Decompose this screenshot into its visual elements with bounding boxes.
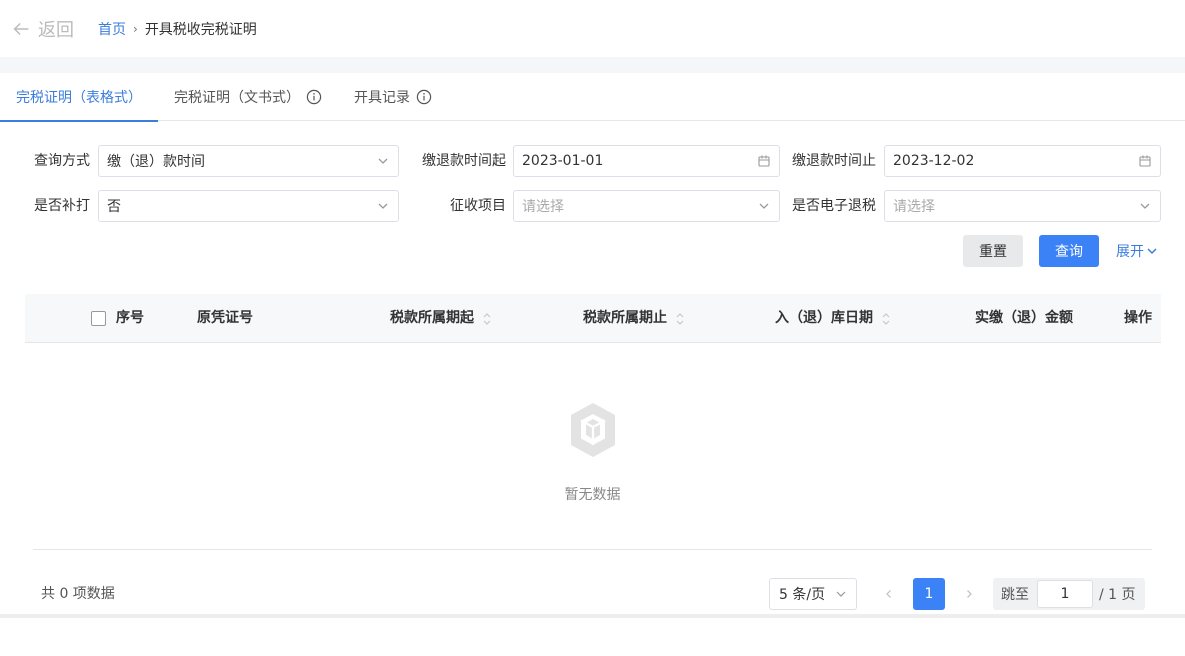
sort-icon — [483, 312, 491, 325]
jump-page-input[interactable] — [1037, 580, 1093, 608]
column-voucher: 原凭证号 — [197, 310, 253, 326]
e-refund-placeholder: 请选择 — [893, 199, 935, 215]
column-label: 税款所属期起 — [390, 310, 474, 326]
total-pages: / 1 页 — [1099, 587, 1136, 603]
breadcrumb-home[interactable]: 首页 — [98, 19, 126, 39]
table-divider — [33, 549, 1152, 550]
empty-text: 暂无数据 — [564, 487, 621, 503]
filter-row-2: 是否补打 否 征收项目 请选择 是否电子退税 请选择 — [0, 190, 1185, 222]
query-button[interactable]: 查询 — [1039, 235, 1099, 267]
calendar-icon — [1139, 155, 1151, 167]
pay-start-date-picker[interactable]: 2023-01-01 — [513, 145, 780, 177]
chevron-down-icon — [378, 158, 388, 164]
total-count: 共 0 项数据 — [41, 586, 115, 602]
chevron-left-icon — [886, 590, 891, 598]
reprint-label: 是否补打 — [34, 198, 90, 214]
section-spacer — [0, 57, 1185, 73]
column-seq: 序号 — [116, 310, 144, 326]
chevron-down-icon — [759, 203, 769, 209]
chevron-down-icon — [378, 203, 388, 209]
chevron-down-icon — [1147, 248, 1157, 255]
column-ops: 操作 — [1124, 310, 1152, 326]
e-refund-label: 是否电子退税 — [792, 198, 876, 214]
table-header: 序号 原凭证号 税款所属期起 税款所属期止 入（退）库日期 实缴（退）金额 操作 — [25, 294, 1161, 343]
arrow-left-icon — [13, 22, 29, 35]
breadcrumb: 首页 › 开具税收完税证明 — [98, 19, 257, 39]
page-size-value: 5 条/页 — [779, 587, 826, 603]
chevron-right-icon — [967, 590, 972, 598]
top-bar: 返回 首页 › 开具税收完税证明 — [0, 0, 1185, 57]
info-icon[interactable] — [416, 89, 432, 105]
e-refund-select[interactable]: 请选择 — [884, 190, 1161, 222]
chevron-down-icon — [836, 591, 846, 597]
page-jumper: 跳至 / 1 页 — [993, 578, 1145, 610]
jump-label: 跳至 — [1001, 587, 1029, 603]
tab-label: 完税证明（表格式） — [16, 90, 142, 106]
query-mode-select[interactable]: 缴（退）款时间 — [98, 145, 399, 177]
pay-start-value: 2023-01-01 — [522, 153, 604, 169]
tab-label: 开具记录 — [354, 90, 410, 106]
column-period-end[interactable]: 税款所属期止 — [583, 294, 685, 343]
column-period-start[interactable]: 税款所属期起 — [390, 294, 492, 343]
breadcrumb-current: 开具税收完税证明 — [144, 21, 257, 38]
reprint-select[interactable]: 否 — [98, 190, 399, 222]
expand-toggle[interactable]: 展开 — [1116, 241, 1158, 261]
tab-label: 完税证明（文书式） — [174, 90, 300, 106]
pay-end-date-picker[interactable]: 2023-12-02 — [884, 145, 1161, 177]
info-icon[interactable] — [306, 89, 322, 105]
page-size-select[interactable]: 5 条/页 — [769, 578, 857, 610]
levy-item-select[interactable]: 请选择 — [513, 190, 780, 222]
pay-end-value: 2023-12-02 — [893, 153, 975, 169]
pay-end-label: 缴退款时间止 — [792, 153, 876, 169]
back-button[interactable]: 返回 — [10, 16, 74, 42]
bottom-border — [0, 614, 1185, 618]
tab-table-format[interactable]: 完税证明（表格式） — [0, 73, 158, 122]
sort-icon — [676, 312, 684, 325]
column-label: 入（退）库日期 — [775, 310, 873, 326]
column-label: 税款所属期止 — [583, 310, 667, 326]
column-storage-date[interactable]: 入（退）库日期 — [775, 294, 891, 343]
column-amount: 实缴（退）金额 — [975, 310, 1073, 326]
sort-icon — [882, 312, 890, 325]
page-number-current[interactable]: 1 — [913, 578, 945, 610]
expand-label: 展开 — [1116, 244, 1144, 260]
query-mode-label: 查询方式 — [34, 153, 90, 169]
reset-button[interactable]: 重置 — [963, 235, 1023, 267]
prev-page-button[interactable] — [873, 578, 905, 610]
empty-state: 暂无数据 — [0, 400, 1185, 504]
levy-item-placeholder: 请选择 — [522, 199, 564, 215]
empty-box-icon — [570, 403, 615, 457]
pay-start-label: 缴退款时间起 — [422, 153, 506, 169]
levy-item-label: 征收项目 — [450, 198, 506, 214]
reprint-value: 否 — [107, 199, 121, 215]
next-page-button[interactable] — [953, 578, 985, 610]
calendar-icon — [758, 155, 770, 167]
tab-bar: 完税证明（表格式） 完税证明（文书式） 开具记录 — [0, 73, 1185, 122]
breadcrumb-separator: › — [133, 21, 138, 36]
query-mode-value: 缴（退）款时间 — [107, 154, 205, 170]
chevron-down-icon — [1140, 203, 1150, 209]
back-label: 返回 — [38, 19, 74, 41]
tab-document-format[interactable]: 完税证明（文书式） — [158, 73, 338, 121]
tab-issue-records[interactable]: 开具记录 — [338, 73, 448, 121]
select-all-checkbox[interactable] — [91, 311, 106, 326]
filter-row-1: 查询方式 缴（退）款时间 缴退款时间起 2023-01-01 缴退款时间止 20… — [0, 145, 1185, 177]
